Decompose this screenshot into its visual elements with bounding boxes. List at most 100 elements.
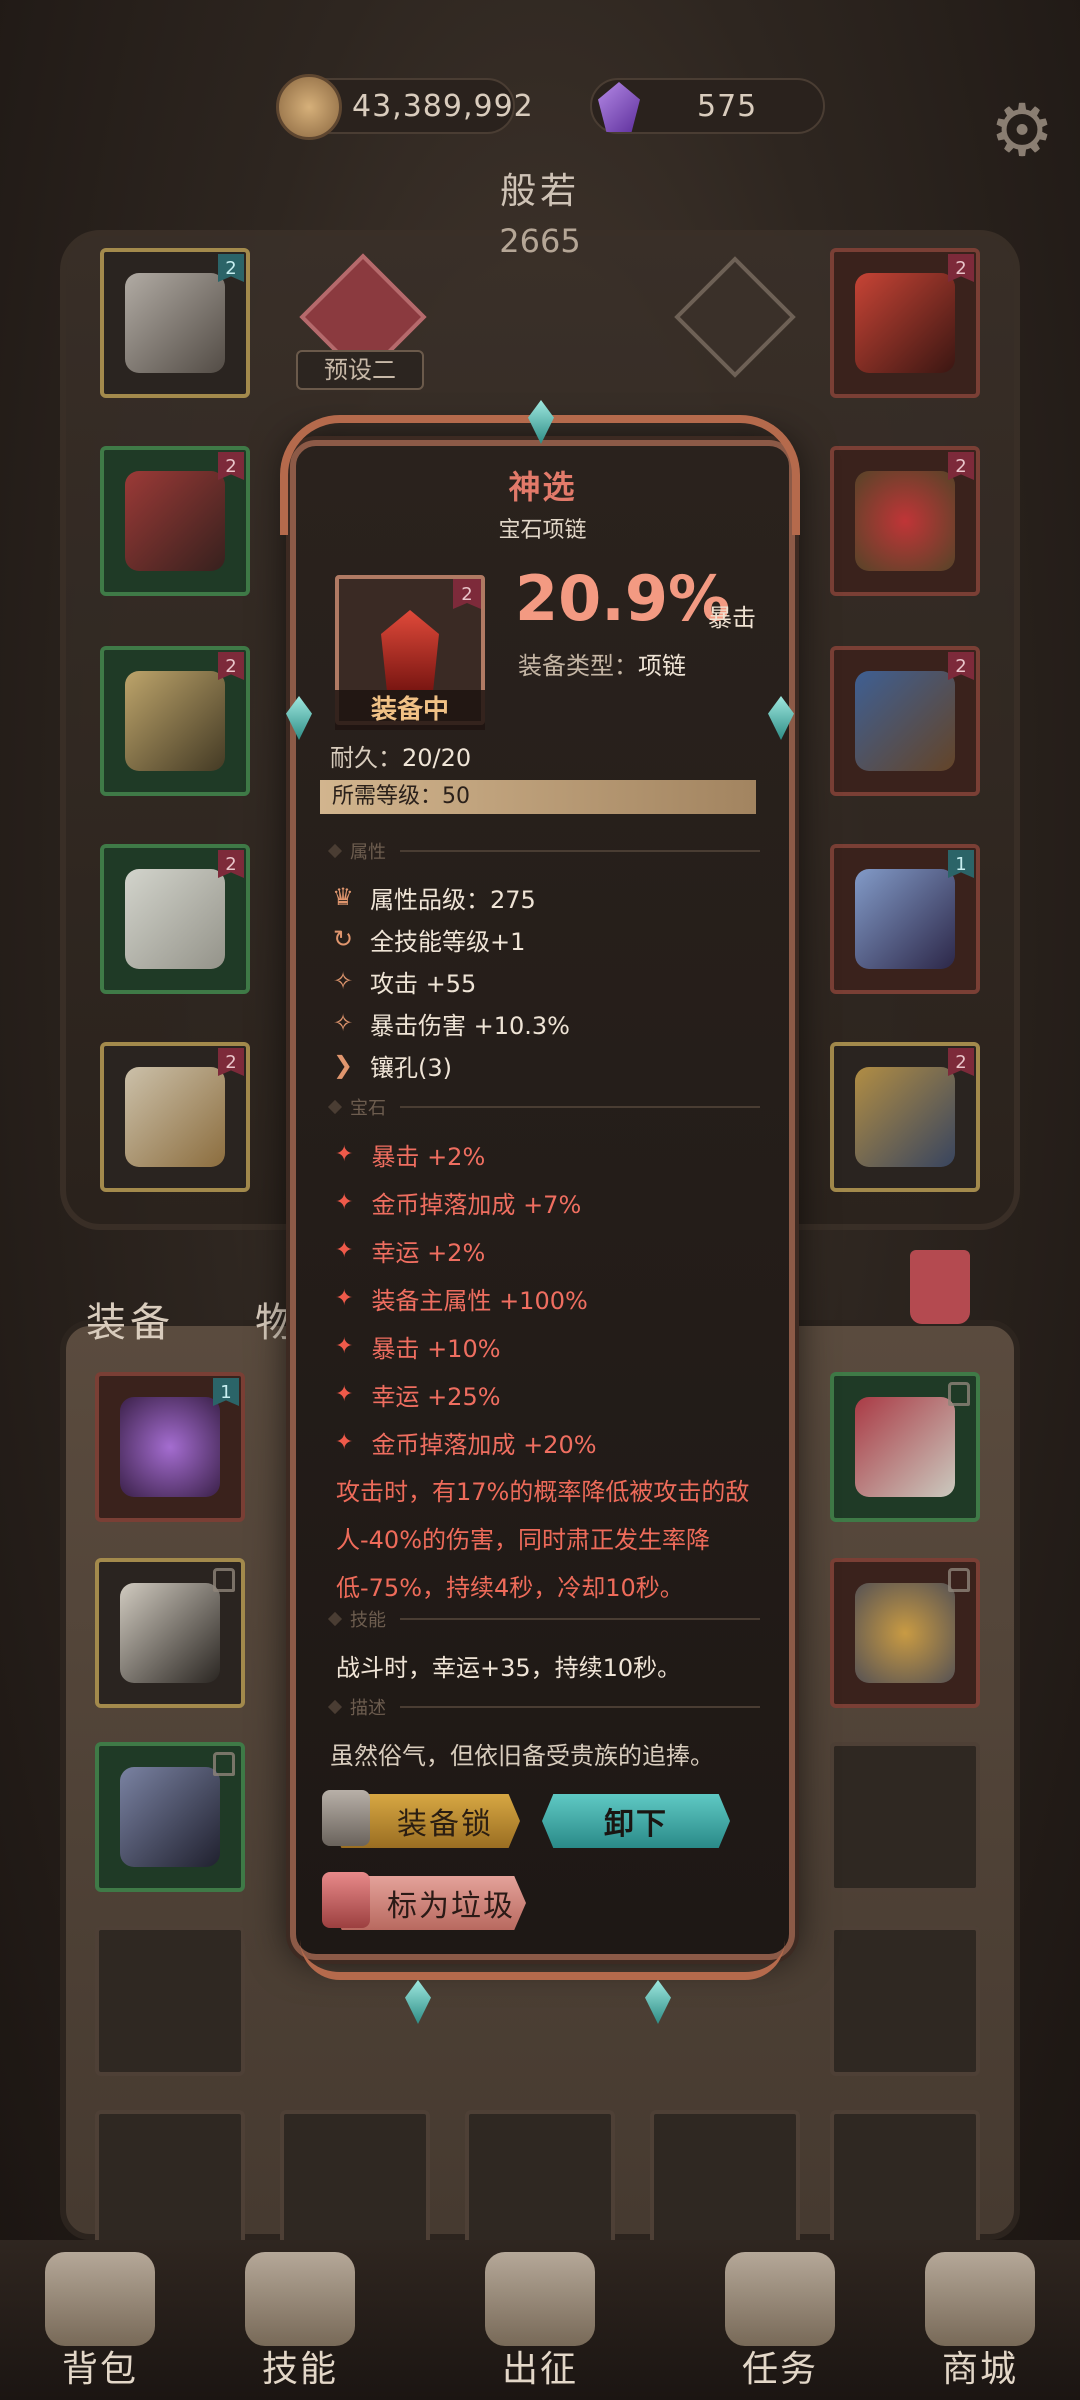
inventory-slot-empty[interactable] (830, 1742, 980, 1892)
equip-slot-weapon[interactable]: 2 (100, 646, 250, 796)
trash-icon[interactable] (910, 1250, 970, 1324)
inventory-slot-empty[interactable] (465, 2110, 615, 2260)
equip-slot-necklace[interactable]: 2 (830, 248, 980, 398)
red-gem-necklace-icon (381, 610, 439, 690)
gem-stat-text: 暴击 +2% (371, 1142, 486, 1171)
inventory-slot-empty[interactable] (95, 2110, 245, 2260)
inventory-slot-empty[interactable] (280, 2110, 430, 2260)
sparkle-icon: ✦ (335, 1333, 354, 1359)
section-gems: 宝石 (327, 1092, 760, 1122)
diamond-icon (327, 1611, 343, 1627)
tier-tag: 2 (948, 652, 974, 680)
skirt-icon (120, 1767, 220, 1867)
sparkle-icon: ✦ (335, 1429, 354, 1455)
equip-slot-amulet[interactable]: 2 (830, 646, 980, 796)
equip-slot-book[interactable]: 2 (830, 1042, 980, 1192)
tier-tag: 1 (948, 850, 974, 878)
inventory-slot[interactable] (95, 1742, 245, 1892)
diamond-icon (327, 843, 343, 859)
padlock-icon (322, 1790, 370, 1846)
nav-label: 技能 (261, 2349, 338, 2390)
equip-type: 装备类型：项链 (518, 646, 686, 681)
tab-equipment[interactable]: 装备 (86, 1290, 174, 1348)
lantern-icon (322, 1872, 370, 1928)
inventory-slot[interactable]: 1 (95, 1372, 245, 1522)
popup-bottom-ornament (300, 1930, 785, 1980)
sparkle-icon: ✦ (335, 1189, 354, 1215)
gem-stat-text: 装备主属性 +100% (371, 1286, 588, 1315)
tier-tag: 2 (948, 254, 974, 282)
durability: 耐久：20/20 (330, 738, 471, 773)
nav-tasks[interactable]: 任务 (705, 2252, 855, 2392)
gem-stat-text: 金币掉落加成 +20% (371, 1430, 597, 1459)
settings-gear-icon[interactable]: ⚙ (982, 88, 1062, 172)
tier-tag: 2 (218, 1048, 244, 1076)
gem-stat-row: ✦ 装备主属性 +100% (335, 1282, 588, 1315)
inventory-slot[interactable] (830, 1558, 980, 1708)
tier-tag: 2 (218, 850, 244, 878)
equip-slot-blade[interactable]: 1 (830, 844, 980, 994)
equip-slot-boots[interactable]: 2 (100, 1042, 250, 1192)
unequip-button[interactable]: 卸下 (542, 1794, 730, 1848)
inventory-slot[interactable] (830, 1372, 980, 1522)
gem-stat-row: ✦ 暴击 +2% (335, 1138, 486, 1171)
socket-icon: ❯ (332, 1051, 354, 1079)
inventory-slot-empty[interactable] (650, 2110, 800, 2260)
gem-stat-text: 暴击 +10% (371, 1334, 501, 1363)
nav-label: 商城 (941, 2349, 1018, 2390)
lock-icon (948, 1568, 970, 1592)
sparkle-icon: ✦ (335, 1141, 354, 1167)
inventory-slot-empty[interactable] (830, 1926, 980, 2076)
gold-counter: 43,389,992 (276, 74, 533, 140)
main-stat-label: 暴击 (708, 604, 756, 632)
skill-book-icon (245, 2252, 355, 2346)
attribute-row: ↻ 全技能等级+1 (330, 922, 525, 956)
inventory-slot-empty[interactable] (830, 2110, 980, 2260)
equip-slot-ring[interactable]: 2 (830, 446, 980, 596)
tier-tag: 2 (948, 452, 974, 480)
tier-tag: 2 (218, 652, 244, 680)
gold-amount: 43,389,992 (352, 88, 534, 124)
blade-icon (855, 869, 955, 969)
staff-icon (125, 671, 225, 771)
nav-label: 出征 (501, 2349, 578, 2390)
required-level-label: 所需等级： (332, 784, 443, 809)
attack-icon: ✧ (332, 967, 354, 995)
nav-battle[interactable]: 出征 (465, 2252, 615, 2392)
gem-stat-row: ✦ 金币掉落加成 +20% (335, 1426, 597, 1459)
gem-stat-text: 幸运 +25% (371, 1382, 501, 1411)
bag-icon (45, 2252, 155, 2346)
helmet-icon (125, 273, 225, 373)
item-effect-text: 攻击时，有17%的概率降低被攻击的敌人-40%的伤害，同时肃正发生率降低-75%… (336, 1478, 750, 1602)
equip-slot-armor[interactable]: 2 (100, 446, 250, 596)
equip-slot-helmet[interactable]: 2 (100, 248, 250, 398)
nav-skills[interactable]: 技能 (225, 2252, 375, 2392)
nav-bag[interactable]: 背包 (25, 2252, 175, 2392)
equip-slot-pants[interactable]: 2 (100, 844, 250, 994)
attribute-text: 暴击伤害 +10.3% (370, 1011, 570, 1040)
tier-tag: 2 (453, 579, 481, 609)
inventory-slot-empty[interactable] (95, 1926, 245, 2076)
attribute-text: 攻击 +55 (370, 969, 477, 998)
section-title: 技能 (350, 1610, 386, 1631)
gem-amount: 575 (697, 88, 758, 124)
gauntlet-icon (120, 1583, 220, 1683)
refresh-icon: ↻ (332, 925, 354, 953)
sword-scroll-icon (485, 2252, 595, 2346)
nav-shop[interactable]: 商城 (905, 2252, 1055, 2392)
attribute-text: 全技能等级+1 (370, 927, 526, 956)
attribute-text: 镶孔(3) (370, 1053, 452, 1082)
section-title: 宝石 (350, 1098, 386, 1119)
preset-label[interactable]: 预设二 (296, 350, 424, 390)
necklace-icon (855, 273, 955, 373)
quality-icon: ♛ (332, 883, 354, 911)
section-skill: 技能 (327, 1604, 760, 1634)
item-name: 神选 (508, 468, 577, 506)
tier-tag: 1 (213, 1378, 239, 1406)
coin-icon (276, 74, 342, 140)
durability-label: 耐久： (330, 744, 402, 772)
gem-icon (586, 74, 652, 140)
gem-stat-row: ✦ 金币掉落加成 +7% (335, 1186, 581, 1219)
inventory-slot[interactable] (95, 1558, 245, 1708)
gem-stat-row: ✦ 暴击 +10% (335, 1330, 501, 1363)
